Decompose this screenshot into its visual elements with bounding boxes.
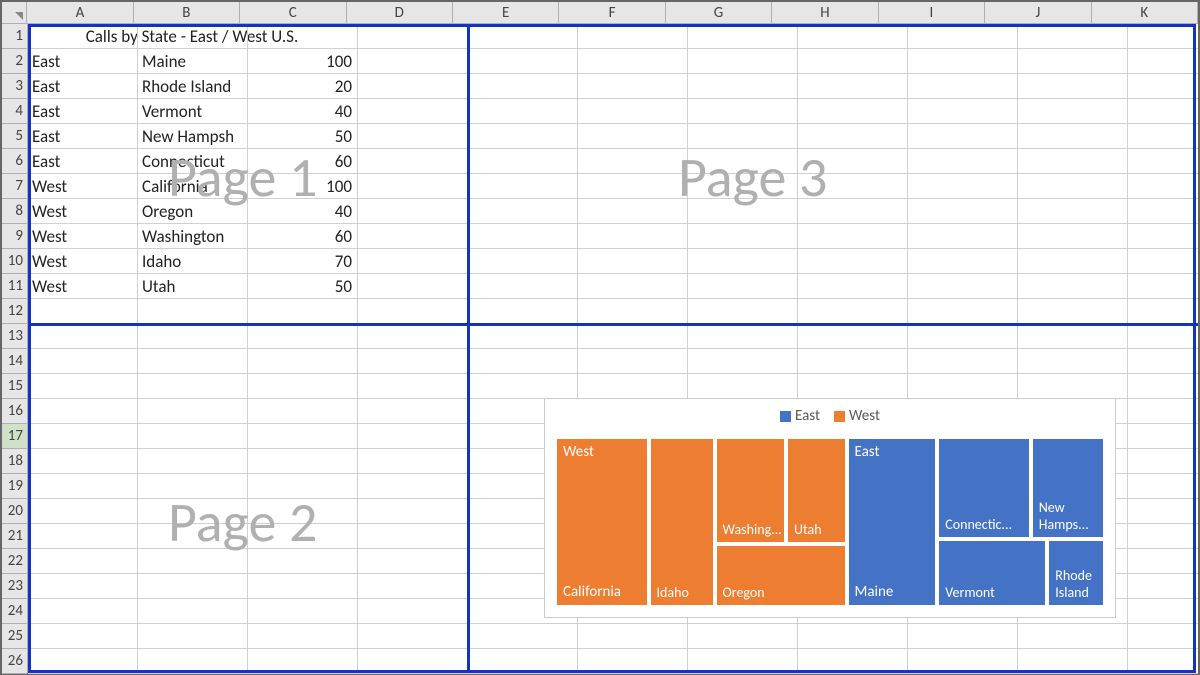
tile-vermont[interactable]: Vermont [937,539,1047,607]
column-header-G[interactable]: G [666,2,772,23]
tile-ri-label: Rhode Island [1055,567,1097,601]
column-header-H[interactable]: H [772,2,878,23]
tile-idaho-label: Idaho [657,584,689,601]
row-header-9[interactable]: 9 [2,224,27,249]
tile-california[interactable]: West California [555,437,649,607]
tile-utah-label: Utah [794,521,822,538]
column-header-F[interactable]: F [559,2,665,23]
row-header-24[interactable]: 24 [2,599,27,624]
column-header-I[interactable]: I [879,2,985,23]
tile-maine-label: Maine [855,583,894,601]
row-header-2[interactable]: 2 [2,49,27,74]
row-header-20[interactable]: 20 [2,499,27,524]
column-header-E[interactable]: E [453,2,559,23]
column-header-K[interactable]: K [1092,2,1198,23]
tile-west-group-label: West [563,443,641,461]
tile-nh-label: New Hamps... [1039,499,1097,533]
row-header-18[interactable]: 18 [2,449,27,474]
row-header-17[interactable]: 17 [2,424,27,449]
row-header-11[interactable]: 11 [2,274,27,299]
tile-new-hampshire[interactable]: New Hamps... [1031,437,1105,539]
column-header-row: ABCDEFGHIJK [2,2,1198,24]
row-header-1[interactable]: 1 [2,24,27,49]
tile-vermont-label: Vermont [945,584,995,601]
grid-body[interactable]: Page 1 Page 2 Page 3 Calls by State - Ea… [28,24,1198,673]
tile-rhode-island[interactable]: Rhode Island [1047,539,1105,607]
row-header-8[interactable]: 8 [2,199,27,224]
row-header-25[interactable]: 25 [2,624,27,649]
row-header-26[interactable]: 26 [2,649,27,674]
page-break-horizontal[interactable] [28,323,1198,326]
tile-east-group-label: East [855,443,930,461]
tile-connecticut[interactable]: Connectic... [937,437,1031,539]
legend-east-label: East [795,407,820,425]
row-header-10[interactable]: 10 [2,249,27,274]
row-header-14[interactable]: 14 [2,349,27,374]
row-header-6[interactable]: 6 [2,149,27,174]
row-header-19[interactable]: 19 [2,474,27,499]
spreadsheet: ABCDEFGHIJK 1234567891011121314151617181… [0,0,1200,675]
row-header-4[interactable]: 4 [2,99,27,124]
select-all-triangle[interactable] [2,2,27,23]
tile-oregon[interactable]: Oregon [715,544,847,607]
row-header-23[interactable]: 23 [2,574,27,599]
row-header-3[interactable]: 3 [2,74,27,99]
treemap-chart[interactable]: East West West California Idaho Washing.… [544,398,1116,618]
row-header-16[interactable]: 16 [2,399,27,424]
tile-california-label: California [563,583,621,601]
legend-east: East [780,407,820,425]
tile-connecticut-label: Connectic... [945,516,1012,533]
column-header-A[interactable]: A [27,2,133,23]
row-header-15[interactable]: 15 [2,374,27,399]
row-header-5[interactable]: 5 [2,124,27,149]
chart-legend: East West [545,399,1115,431]
tile-oregon-label: Oregon [723,584,765,601]
tile-washington-label: Washing... [723,521,782,538]
column-header-C[interactable]: C [240,2,346,23]
row-header-column: 1234567891011121314151617181920212223242… [2,24,28,673]
row-header-22[interactable]: 22 [2,549,27,574]
column-header-B[interactable]: B [134,2,240,23]
treemap-area: West California Idaho Washing... Utah Or… [555,437,1105,607]
row-header-7[interactable]: 7 [2,174,27,199]
legend-west: West [834,407,880,425]
page-break-vertical[interactable] [467,24,470,673]
legend-west-label: West [849,407,880,425]
row-header-13[interactable]: 13 [2,324,27,349]
row-header-21[interactable]: 21 [2,524,27,549]
tile-washington[interactable]: Washing... [715,437,787,544]
tile-utah[interactable]: Utah [786,437,847,544]
tile-idaho[interactable]: Idaho [649,437,715,607]
column-header-J[interactable]: J [985,2,1091,23]
row-header-12[interactable]: 12 [2,299,27,324]
tile-maine[interactable]: East Maine [847,437,938,607]
column-header-D[interactable]: D [347,2,453,23]
